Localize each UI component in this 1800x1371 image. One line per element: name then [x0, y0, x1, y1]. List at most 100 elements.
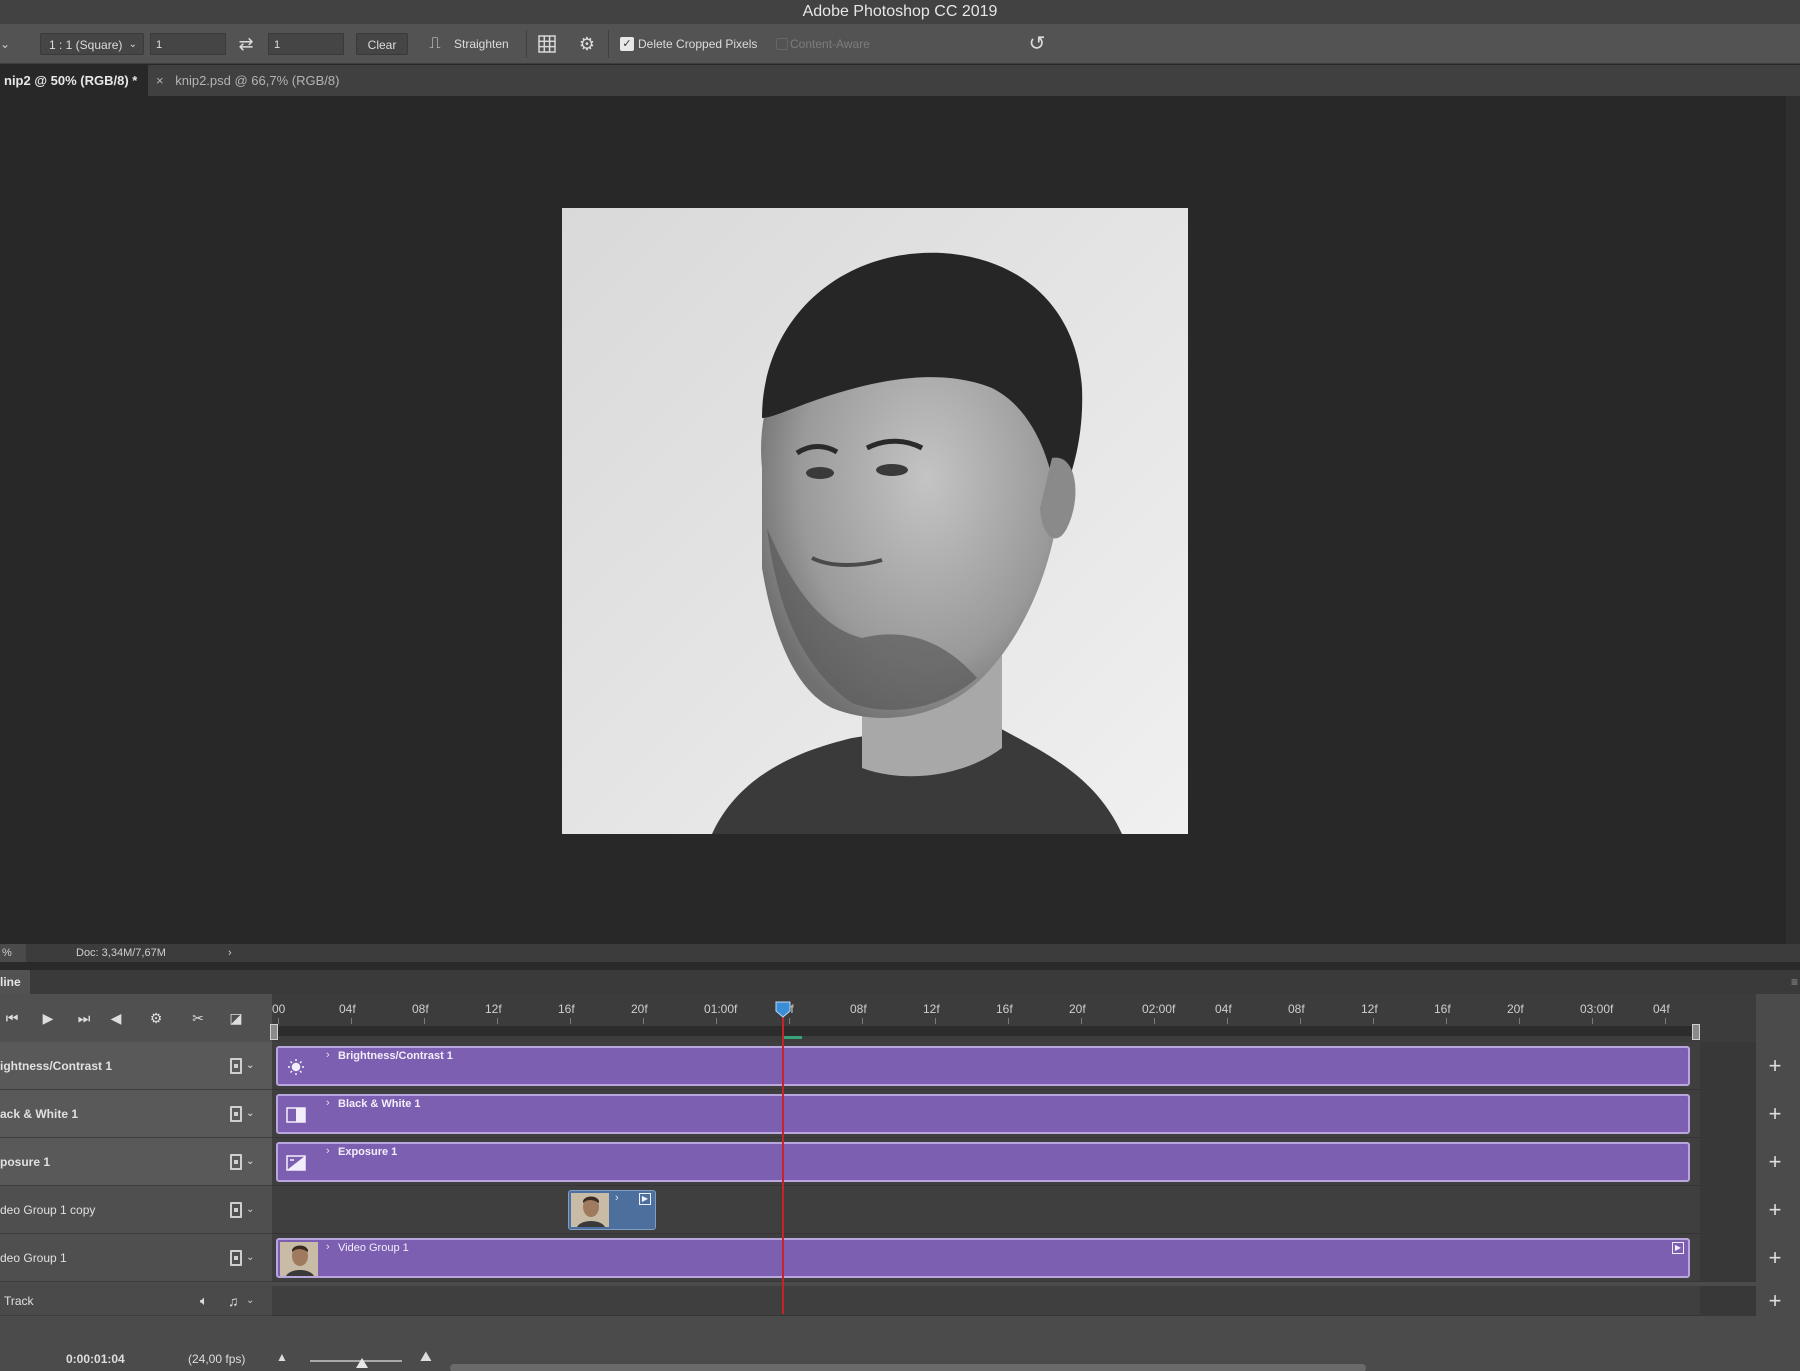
- track-header[interactable]: ack & White 1 ⌄: [0, 1090, 272, 1138]
- track-header[interactable]: posure 1 ⌄: [0, 1138, 272, 1186]
- document-canvas-portrait[interactable]: [562, 208, 1188, 834]
- status-bar: % Doc: 3,34M/7,67M ›: [0, 944, 1800, 962]
- tab-document-active[interactable]: nip2 @ 50% (RGB/8) *: [0, 65, 148, 96]
- chevron-right-icon[interactable]: ›: [326, 1145, 330, 1157]
- ruler-tick-label: 12f: [1361, 1002, 1378, 1016]
- transition-icon[interactable]: ◪: [226, 1008, 246, 1028]
- film-icon[interactable]: [230, 1202, 242, 1218]
- clip-end-icon[interactable]: ▶: [1672, 1242, 1684, 1254]
- vertical-scrollbar[interactable]: [1786, 96, 1800, 944]
- track-lane[interactable]: › Brightness/Contrast 1: [272, 1042, 1756, 1090]
- split-at-playhead-icon[interactable]: ✂: [188, 1008, 208, 1028]
- chevron-right-icon[interactable]: ›: [326, 1049, 330, 1061]
- timeline-panel-header: line ≡: [0, 970, 1800, 994]
- chevron-right-icon[interactable]: ›: [326, 1241, 330, 1253]
- clip-thumbnail: [280, 1242, 318, 1276]
- track-header[interactable]: ightness/Contrast 1 ⌄: [0, 1042, 272, 1090]
- panel-menu-icon[interactable]: ≡: [1791, 970, 1798, 994]
- ruler-tick-label: 08f: [1288, 1002, 1305, 1016]
- music-note-icon[interactable]: ♫: [228, 1286, 239, 1316]
- tab-document-knip2[interactable]: × knip2.psd @ 66,7% (RGB/8): [152, 65, 362, 96]
- content-aware-label[interactable]: Content-Aware: [790, 33, 870, 55]
- swap-icon[interactable]: ⇄: [236, 33, 256, 55]
- timeline-panel: ⏮ ▶ ⏭ ◀ ⚙ ✂ ◪ 00 04f 08f 12f 16f 20f 01:00f 04f…: [0, 994, 1800, 1371]
- track-header[interactable]: deo Group 1 copy ⌄: [0, 1186, 272, 1234]
- film-icon[interactable]: [230, 1154, 242, 1170]
- zoom-level[interactable]: %: [0, 944, 26, 962]
- overlay-grid-icon[interactable]: [536, 33, 558, 55]
- chevron-down-icon[interactable]: ⌄: [246, 1090, 254, 1138]
- ruler-tick: [716, 1018, 717, 1024]
- add-media-button[interactable]: +: [1760, 1090, 1790, 1138]
- playback-settings-icon[interactable]: ⚙: [146, 1008, 166, 1028]
- track-header[interactable]: Track 🔈︎ ♫ ⌄: [0, 1286, 272, 1316]
- delete-cropped-checkbox[interactable]: ✓: [620, 37, 634, 51]
- ruler-tick: [789, 1018, 790, 1024]
- clip-exposure[interactable]: › Exposure 1: [276, 1142, 1690, 1182]
- ruler-tick: [643, 1018, 644, 1024]
- zoom-slider-thumb[interactable]: [356, 1358, 368, 1368]
- chevron-down-icon[interactable]: ⌄: [246, 1286, 254, 1316]
- ruler-tick: [570, 1018, 571, 1024]
- zoom-in-mountain-icon[interactable]: ⛰: [420, 1348, 432, 1365]
- straighten-label[interactable]: Straighten: [454, 33, 518, 55]
- track-header[interactable]: deo Group 1 ⌄: [0, 1234, 272, 1282]
- work-area-bar[interactable]: [272, 1026, 1700, 1036]
- horizontal-scrollbar[interactable]: [450, 1364, 1366, 1371]
- playhead-handle-icon[interactable]: [774, 1000, 792, 1018]
- play-icon[interactable]: ▶: [38, 1008, 58, 1028]
- clip-video-group-copy[interactable]: › ▶: [568, 1190, 656, 1230]
- status-menu-arrow[interactable]: ›: [228, 944, 232, 962]
- content-aware-checkbox[interactable]: [776, 38, 788, 50]
- next-frame-icon[interactable]: ⏭: [74, 1008, 94, 1028]
- timeline-tab[interactable]: line: [0, 970, 30, 994]
- chevron-right-icon[interactable]: ›: [326, 1097, 330, 1109]
- gear-icon[interactable]: ⚙: [576, 33, 598, 55]
- close-icon[interactable]: ×: [156, 65, 164, 96]
- chevron-down-icon[interactable]: ⌄: [246, 1042, 254, 1090]
- clip-video-group[interactable]: › Video Group 1 ▶: [276, 1238, 1690, 1278]
- clip-end-icon[interactable]: ▶: [639, 1193, 651, 1205]
- film-icon[interactable]: [230, 1106, 242, 1122]
- work-area-start-handle[interactable]: [270, 1024, 278, 1040]
- reset-icon[interactable]: ↺: [1024, 33, 1050, 55]
- audio-toggle-icon[interactable]: ◀: [106, 1008, 126, 1028]
- go-to-first-frame-icon[interactable]: ⏮: [2, 1008, 22, 1028]
- current-timecode[interactable]: 0:00:01:04: [66, 1352, 125, 1366]
- track-lane[interactable]: › ▶: [272, 1186, 1756, 1234]
- clip-brightness-contrast[interactable]: › Brightness/Contrast 1: [276, 1046, 1690, 1086]
- add-media-button[interactable]: +: [1760, 1138, 1790, 1186]
- title-bar: Adobe Photoshop CC 2019: [0, 0, 1800, 24]
- track-lane[interactable]: › Black & White 1: [272, 1090, 1756, 1138]
- add-media-button[interactable]: +: [1760, 1234, 1790, 1282]
- straighten-icon[interactable]: ⎍: [422, 33, 448, 55]
- add-media-button[interactable]: +: [1760, 1186, 1790, 1234]
- track-lane[interactable]: [272, 1286, 1756, 1316]
- timeline-ruler[interactable]: 00 04f 08f 12f 16f 20f 01:00f 04f 08f 12f 16f 20f 02…: [270, 994, 1756, 1042]
- chevron-right-icon[interactable]: ›: [615, 1192, 619, 1204]
- ruler-tick: [497, 1018, 498, 1024]
- ruler-tick: [424, 1018, 425, 1024]
- zoom-out-mountain-icon[interactable]: ▲: [276, 1350, 288, 1364]
- chevron-down-icon: ⌄: [128, 39, 137, 50]
- exposure-icon: [286, 1155, 306, 1171]
- track-lane[interactable]: › Video Group 1 ▶: [272, 1234, 1756, 1282]
- add-audio-button[interactable]: +: [1760, 1286, 1790, 1316]
- speaker-icon[interactable]: 🔈︎: [200, 1286, 208, 1316]
- chevron-down-icon[interactable]: ⌄: [246, 1138, 254, 1186]
- delete-cropped-label[interactable]: Delete Cropped Pixels: [638, 33, 757, 55]
- film-icon[interactable]: [230, 1250, 242, 1266]
- film-icon[interactable]: [230, 1058, 242, 1074]
- ratio-select[interactable]: 1 : 1 (Square) ⌄: [40, 33, 144, 55]
- add-media-button[interactable]: +: [1760, 1042, 1790, 1090]
- tool-preset-dropdown[interactable]: ⌄: [0, 33, 24, 55]
- height-input[interactable]: 1: [268, 33, 344, 55]
- chevron-down-icon[interactable]: ⌄: [246, 1234, 254, 1282]
- tab-label: nip2 @ 50% (RGB/8) *: [4, 73, 138, 88]
- clear-button[interactable]: Clear: [356, 33, 408, 55]
- track-lane[interactable]: › Exposure 1: [272, 1138, 1756, 1186]
- width-input[interactable]: 1: [150, 33, 226, 55]
- chevron-down-icon[interactable]: ⌄: [246, 1186, 254, 1234]
- work-area-end-handle[interactable]: [1692, 1024, 1700, 1040]
- clip-black-white[interactable]: › Black & White 1: [276, 1094, 1690, 1134]
